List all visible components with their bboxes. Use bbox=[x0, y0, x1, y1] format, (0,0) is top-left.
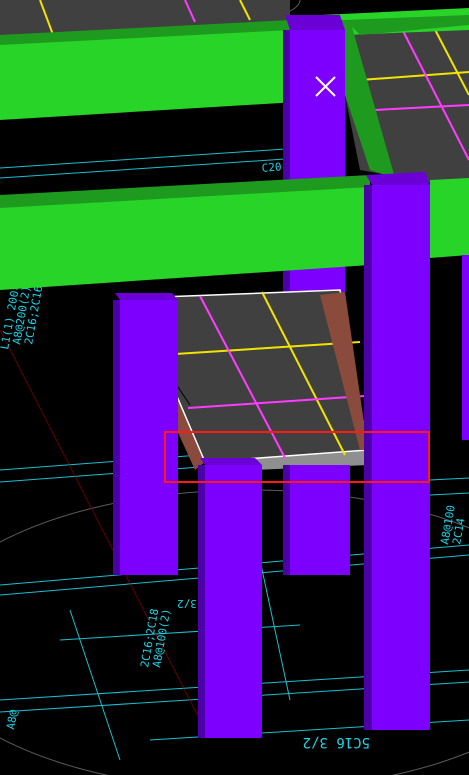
right-edge-column[interactable] bbox=[462, 255, 469, 440]
cad-3d-viewport[interactable]: L1(1) 200×400 A8@200(2) 2C16;2C16 C20 A8… bbox=[0, 0, 469, 775]
slab-note-label: C20 bbox=[261, 160, 282, 175]
right-column[interactable] bbox=[364, 172, 430, 730]
front-column[interactable] bbox=[198, 458, 262, 738]
left-column[interactable] bbox=[113, 293, 178, 575]
bottom-rebar-label: 5C16 3/2 bbox=[303, 734, 370, 750]
